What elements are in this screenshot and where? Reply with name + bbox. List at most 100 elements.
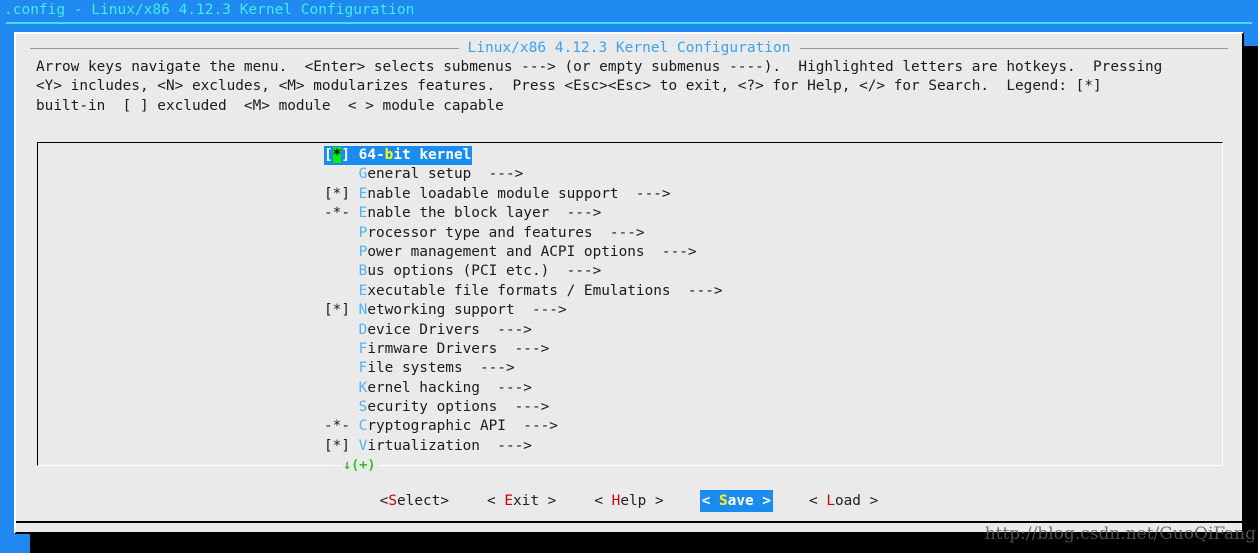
exit-button[interactable]: < Exit > xyxy=(485,490,558,512)
menu-item-label: evice Drivers xyxy=(367,321,480,338)
menu-item-label: us options (PCI etc.) xyxy=(367,263,550,280)
save-button[interactable]: < Save > xyxy=(699,490,773,512)
menu-item-label: ernel hacking xyxy=(367,379,480,396)
watermark: http://blog.csdn.net/GuoQiFang xyxy=(984,524,1256,544)
menu-item[interactable]: [*] Enable loadable module support ---> xyxy=(324,185,671,204)
menu-item-prefix xyxy=(324,263,359,279)
button-bracket-left: < xyxy=(701,493,719,509)
menu-item[interactable]: [*] Virtualization ---> xyxy=(324,437,532,456)
menu-item-label: it kernel xyxy=(393,147,472,163)
menu-item-prefix xyxy=(324,360,359,376)
menu-item-prefix xyxy=(324,244,359,260)
scroll-down-indicator: ↓(+) xyxy=(341,457,378,474)
menu-item[interactable]: Firmware Drivers ---> xyxy=(324,340,550,359)
menu-item-label: ile systems xyxy=(367,360,463,377)
header-rule-left xyxy=(30,48,459,49)
menu-item-prefix-tail: ] xyxy=(341,147,359,163)
button-hotkey: L xyxy=(826,493,835,509)
menu-item-prefix xyxy=(324,380,359,396)
menu-item-prefix: [ xyxy=(324,437,333,454)
load-button[interactable]: < Load > xyxy=(807,490,880,512)
submenu-arrow-icon: ---> xyxy=(497,399,550,416)
header-rule-right xyxy=(799,48,1229,49)
menu-item-label: nable the block layer xyxy=(367,205,550,222)
window-title: .config - Linux/x86 4.12.3 Kernel Config… xyxy=(4,2,415,18)
dialog-bottom-rule xyxy=(16,521,1242,523)
menu-item-prefix: - xyxy=(324,205,333,222)
submenu-arrow-icon: ---> xyxy=(644,243,697,260)
submenu-arrow-icon: ---> xyxy=(479,379,532,396)
menu-item[interactable]: File systems ---> xyxy=(324,359,515,378)
help-line: Arrow keys navigate the menu. <Enter> se… xyxy=(36,59,1163,75)
button-hotkey: S xyxy=(388,493,398,509)
button-bracket-left: < xyxy=(487,493,505,509)
menu-item[interactable]: [*] Networking support ---> xyxy=(324,301,567,320)
menu-item-prefix xyxy=(324,283,359,299)
menu-item[interactable]: -*- Cryptographic API ---> xyxy=(324,417,558,436)
titlebar-rule xyxy=(6,22,1252,24)
menu-item-label-pre: 64- xyxy=(358,147,385,163)
menu-item-prefix: [ xyxy=(324,147,333,163)
dialog-title: Linux/x86 4.12.3 Kernel Configuration xyxy=(467,40,791,56)
dialog-button-row[interactable]: <Select> < Exit > < Help > < Save > < Load > xyxy=(16,490,1242,512)
menu-item[interactable]: Executable file formats / Emulations ---… xyxy=(324,282,723,301)
window-titlebar: .config - Linux/x86 4.12.3 Kernel Config… xyxy=(0,0,1258,28)
menu-item[interactable]: -*- Enable the block layer ---> xyxy=(324,204,601,223)
submenu-arrow-icon: ---> xyxy=(670,282,723,299)
dialog-header: Linux/x86 4.12.3 Kernel Configuration xyxy=(16,38,1242,58)
submenu-arrow-icon: ---> xyxy=(549,263,602,280)
terminal-screen: .config - Linux/x86 4.12.3 Kernel Config… xyxy=(0,0,1258,553)
select-button[interactable]: <Select> xyxy=(378,490,451,512)
menu-item[interactable]: General setup ---> xyxy=(324,165,524,184)
submenu-arrow-icon: ---> xyxy=(462,360,515,377)
button-hotkey: E xyxy=(504,493,513,509)
submenu-arrow-icon: ---> xyxy=(497,340,550,357)
menu-item[interactable]: [*] 64-bit kernel xyxy=(324,146,473,166)
menu-item-label: xecutable file formats / Emulations xyxy=(367,282,671,299)
submenu-arrow-icon: ---> xyxy=(479,437,532,454)
submenu-arrow-icon: ---> xyxy=(471,166,524,183)
help-legend-text: Arrow keys navigate the menu. <Enter> se… xyxy=(36,58,1232,116)
menu-item-label: ryptographic API xyxy=(367,418,506,435)
kernel-config-dialog: Linux/x86 4.12.3 Kernel Configuration Ar… xyxy=(14,32,1244,534)
button-label: ave > xyxy=(727,493,771,509)
menu-item-prefix xyxy=(324,399,359,415)
button-label: xit > xyxy=(513,493,557,509)
menu-item[interactable]: Security options ---> xyxy=(324,398,550,417)
button-bracket-left: < xyxy=(594,493,612,509)
button-bracket-left: < xyxy=(808,493,827,509)
menu-item-prefix xyxy=(324,322,359,338)
menu-item[interactable]: Bus options (PCI etc.) ---> xyxy=(324,262,602,281)
menu-item-label: ecurity options xyxy=(367,399,498,416)
submenu-arrow-icon: ---> xyxy=(479,321,532,338)
submenu-arrow-icon: ---> xyxy=(514,302,567,319)
menu-item[interactable]: Device Drivers ---> xyxy=(324,321,532,340)
button-label: oad > xyxy=(834,493,879,509)
menu-item-label: etworking support xyxy=(367,302,515,319)
menu-item-prefix-tail: ] xyxy=(341,185,359,202)
menu-item[interactable]: Power management and ACPI options ---> xyxy=(324,243,697,262)
menu-item-label: irmware Drivers xyxy=(367,340,498,357)
menu-item-label: ower management and ACPI options xyxy=(367,243,645,260)
submenu-arrow-icon: ---> xyxy=(549,205,602,222)
menu-item[interactable]: Processor type and features ---> xyxy=(324,224,645,243)
menu-item-label: rocessor type and features xyxy=(367,224,593,241)
submenu-arrow-icon: ---> xyxy=(592,224,645,241)
menu-item-label: eneral setup xyxy=(367,166,472,183)
menu-items[interactable]: [*] 64-bit kernel General setup ---> [*] … xyxy=(324,146,723,456)
menu-item-prefix-tail: ] xyxy=(341,437,359,454)
submenu-arrow-icon: ---> xyxy=(505,418,558,435)
menu-item[interactable]: Kernel hacking ---> xyxy=(324,379,532,398)
menu-item-prefix: - xyxy=(324,418,333,435)
menu-item-label: nable loadable module support xyxy=(367,185,619,202)
button-label: elp > xyxy=(620,493,664,509)
help-line: built-in [ ] excluded <M> module < > mod… xyxy=(36,97,504,114)
menu-item-prefix-tail: - xyxy=(341,418,359,435)
button-label: elect> xyxy=(397,493,449,509)
menu-item-prefix: [ xyxy=(324,302,333,319)
menu-item-label: irtualization xyxy=(367,437,480,454)
button-hotkey: S xyxy=(718,493,728,509)
menu-item-prefix-tail: - xyxy=(341,205,359,222)
menu-listbox[interactable]: [*] 64-bit kernel General setup ---> [*] … xyxy=(37,142,1223,474)
help-button[interactable]: < Help > xyxy=(592,490,665,512)
